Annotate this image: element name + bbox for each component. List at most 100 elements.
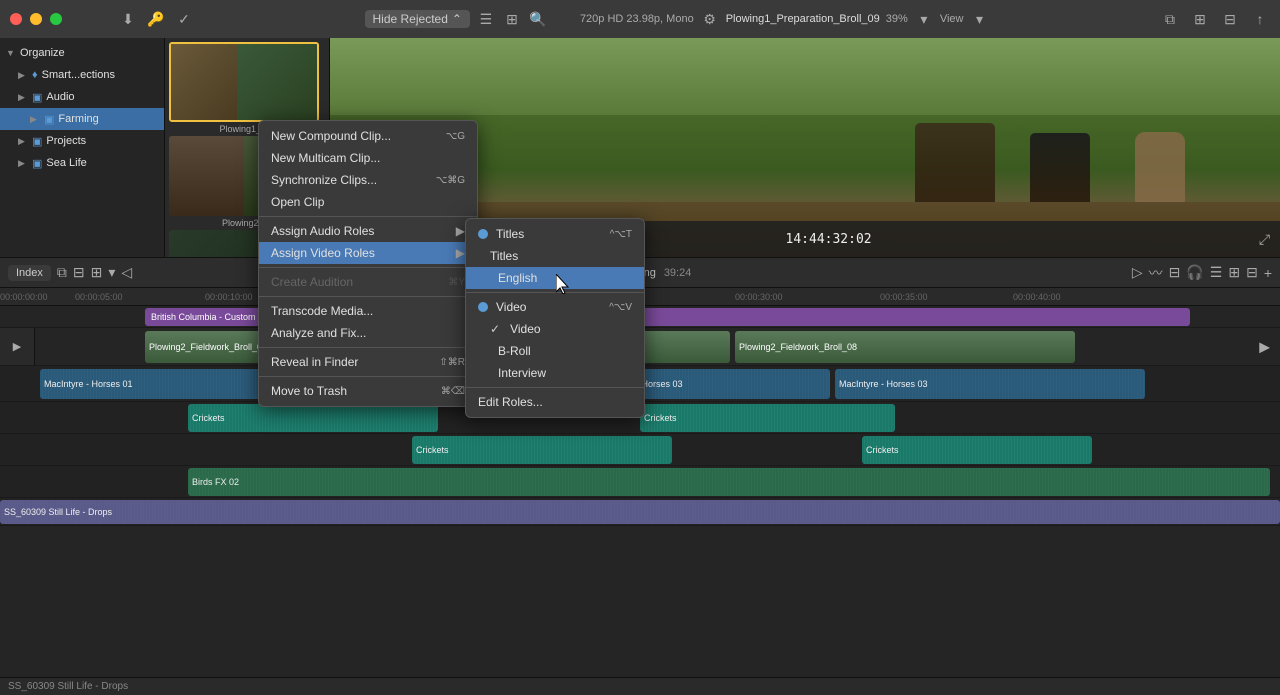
close-button[interactable] xyxy=(10,13,22,25)
submenu-edit-roles[interactable]: Edit Roles... xyxy=(466,391,644,413)
video-roles-arrow: ▶ xyxy=(456,246,465,260)
clip-crickets-2b[interactable]: Crickets xyxy=(862,436,1092,464)
audio-meters-btn[interactable]: ⊟ xyxy=(1169,264,1181,281)
menu-assign-audio-roles[interactable]: Assign Audio Roles ▶ xyxy=(259,220,477,242)
grid-view-icon[interactable]: ⊞ xyxy=(502,9,522,29)
ruler-10: 00:00:10:00 xyxy=(205,292,253,302)
roles-btn[interactable]: ☰ xyxy=(1210,264,1223,281)
fullscreen-button[interactable] xyxy=(50,13,62,25)
timeline-settings-btn[interactable]: ⊟ xyxy=(1246,264,1258,281)
import-icon[interactable]: ⬇ xyxy=(118,9,138,29)
context-menu: New Compound Clip... ⌥G New Multicam Cli… xyxy=(258,120,478,407)
sidebar-item-sealife[interactable]: ▶ ▣ Sea Life xyxy=(0,152,164,174)
waveform-btn[interactable]: 〰 xyxy=(1149,263,1163,283)
titlebar-center: Hide Rejected ⌃ ☰ ⊞ 🔍 720p HD 23.98p, Mo… xyxy=(202,9,1152,29)
track-right-btn[interactable]: ▶ xyxy=(1259,338,1270,355)
more-btn[interactable]: ▾ xyxy=(108,264,115,281)
key-icon[interactable]: 🔑 xyxy=(146,9,166,29)
sc-arrow: ▶ xyxy=(18,70,28,81)
menu-transcode[interactable]: Transcode Media... xyxy=(259,300,477,322)
timeline-duration: 39:24 xyxy=(664,267,692,279)
clip-crickets-2a[interactable]: Crickets xyxy=(412,436,672,464)
menu-new-multicam[interactable]: New Multicam Clip... xyxy=(259,147,477,169)
submenu-broll[interactable]: B-Roll xyxy=(466,340,644,362)
ruler-5: 00:00:05:00 xyxy=(75,292,123,302)
menu-move-trash[interactable]: Move to Trash ⌘⌫ xyxy=(259,380,477,402)
video-track-collapse[interactable]: ▶ xyxy=(13,340,21,353)
share-icon[interactable]: ↑ xyxy=(1250,9,1270,29)
submenu-english[interactable]: English xyxy=(466,267,644,289)
video-roles-submenu: Titles ^⌥T Titles English Video ^⌥V ✓ Vi… xyxy=(465,218,645,418)
titlebar: ⬇ 🔑 ✓ Hide Rejected ⌃ ☰ ⊞ 🔍 720p HD 23.9… xyxy=(0,0,1280,38)
menu-sep-2 xyxy=(259,267,477,268)
settings-icon[interactable]: ⚙ xyxy=(700,9,720,29)
back-btn[interactable]: ◁ xyxy=(121,264,132,281)
menu-sep-3 xyxy=(259,296,477,297)
submenu-video-2[interactable]: ✓ Video xyxy=(466,318,644,340)
clip-plowing2-broll-08[interactable]: Plowing2_Fieldwork_Broll_08 xyxy=(735,331,1075,363)
sidebar-item-audio[interactable]: ▶ ▣ Audio xyxy=(0,86,164,108)
arrange-btn[interactable]: ⊟ xyxy=(73,264,85,281)
submenu-titles-1[interactable]: Titles ^⌥T xyxy=(466,223,644,245)
menu-sync-clips[interactable]: Synchronize Clips... ⌥⌘G xyxy=(259,169,477,191)
hide-rejected-label: Hide Rejected xyxy=(373,12,448,26)
clip-birds-fx-02[interactable]: Birds FX 02 xyxy=(188,468,1270,496)
check-icon[interactable]: ✓ xyxy=(174,9,194,29)
titlebar-right: ⧉ ⊞ ⊟ ↑ xyxy=(1160,9,1270,29)
farming-label: Farming xyxy=(58,113,158,125)
dot-titles-1 xyxy=(478,229,488,239)
fullscreen-icon[interactable]: ⤢ xyxy=(1259,231,1270,248)
clip-bc-label: British Columbia - Custom xyxy=(151,312,256,322)
dual-monitor-icon[interactable]: ⧉ xyxy=(1160,9,1180,29)
menu-analyze[interactable]: Analyze and Fix... xyxy=(259,322,477,344)
headphones-btn[interactable]: 🎧 xyxy=(1186,264,1203,281)
context-menu-panel: New Compound Clip... ⌥G New Multicam Cli… xyxy=(258,120,478,407)
forward-btn[interactable]: ▷ xyxy=(1132,264,1143,281)
sea-arrow: ▶ xyxy=(18,158,28,169)
video-info: 720p HD 23.98p, Mono xyxy=(580,13,694,25)
track-row-drops: SS_60309 Still Life - Drops xyxy=(0,498,1280,526)
hide-rejected-arrow: ⌃ xyxy=(452,12,462,26)
status-bar: SS_60309 Still Life - Drops xyxy=(0,677,1280,695)
list-view-icon[interactable]: ☰ xyxy=(476,9,496,29)
sidebar-item-smart-collections[interactable]: ▶ ♦ Smart...ections xyxy=(0,64,164,86)
clip-appearance-btn[interactable]: ⊞ xyxy=(1228,264,1240,281)
video-roles-submenu-panel: Titles ^⌥T Titles English Video ^⌥V ✓ Vi… xyxy=(465,218,645,418)
minimize-button[interactable] xyxy=(30,13,42,25)
ruler-40: 00:00:40:00 xyxy=(1013,292,1061,302)
ruler-0: 00:00:00:00 xyxy=(0,292,48,302)
clip-crickets-1b[interactable]: Crickets xyxy=(640,404,895,432)
submenu-video-1[interactable]: Video ^⌥V xyxy=(466,296,644,318)
sidebar-item-farming[interactable]: ▶ ▣ Farming xyxy=(0,108,164,130)
view-label[interactable]: View xyxy=(940,13,964,25)
submenu-titles-2[interactable]: Titles xyxy=(466,245,644,267)
view-arrow[interactable]: ▾ xyxy=(969,9,989,29)
zoom-in-btn[interactable]: + xyxy=(1264,265,1272,281)
search-icon[interactable]: 🔍 xyxy=(528,9,548,29)
menu-new-compound[interactable]: New Compound Clip... ⌥G xyxy=(259,125,477,147)
layout-icon[interactable]: ⊞ xyxy=(1190,9,1210,29)
clip-btn[interactable]: ⧉ xyxy=(57,264,67,281)
sea-icon: ▣ xyxy=(32,157,42,170)
transform-btn[interactable]: ⊞ xyxy=(91,264,103,281)
menu-sep-5 xyxy=(259,376,477,377)
menu-open-clip[interactable]: Open Clip xyxy=(259,191,477,213)
clip-still-life-drops[interactable]: SS_60309 Still Life - Drops xyxy=(0,500,1280,524)
index-tab[interactable]: Index xyxy=(8,265,51,281)
adjust-icon[interactable]: ⊟ xyxy=(1220,9,1240,29)
menu-assign-video-roles[interactable]: Assign Video Roles ▶ xyxy=(259,242,477,264)
sidebar-item-organize[interactable]: ▼ Organize xyxy=(0,42,164,64)
submenu-interview[interactable]: Interview xyxy=(466,362,644,384)
menu-sep-1 xyxy=(259,216,477,217)
zoom-arrow[interactable]: ▾ xyxy=(914,9,934,29)
menu-create-audition[interactable]: Create Audition ⌘Y xyxy=(259,271,477,293)
sidebar-item-projects[interactable]: ▶ ▣ Projects xyxy=(0,130,164,152)
assign-audio-roles-label: Assign Audio Roles xyxy=(271,224,374,238)
hide-rejected-button[interactable]: Hide Rejected ⌃ xyxy=(365,10,470,28)
menu-reveal-finder[interactable]: Reveal in Finder ⇧⌘R xyxy=(259,351,477,373)
ruler-35: 00:00:35:00 xyxy=(880,292,928,302)
clip-horses-03b[interactable]: MacIntyre - Horses 03 xyxy=(835,369,1145,399)
proj-arrow: ▶ xyxy=(18,136,28,147)
clip-crickets-1a[interactable]: Crickets xyxy=(188,404,438,432)
submenu-sep-2 xyxy=(466,387,644,388)
